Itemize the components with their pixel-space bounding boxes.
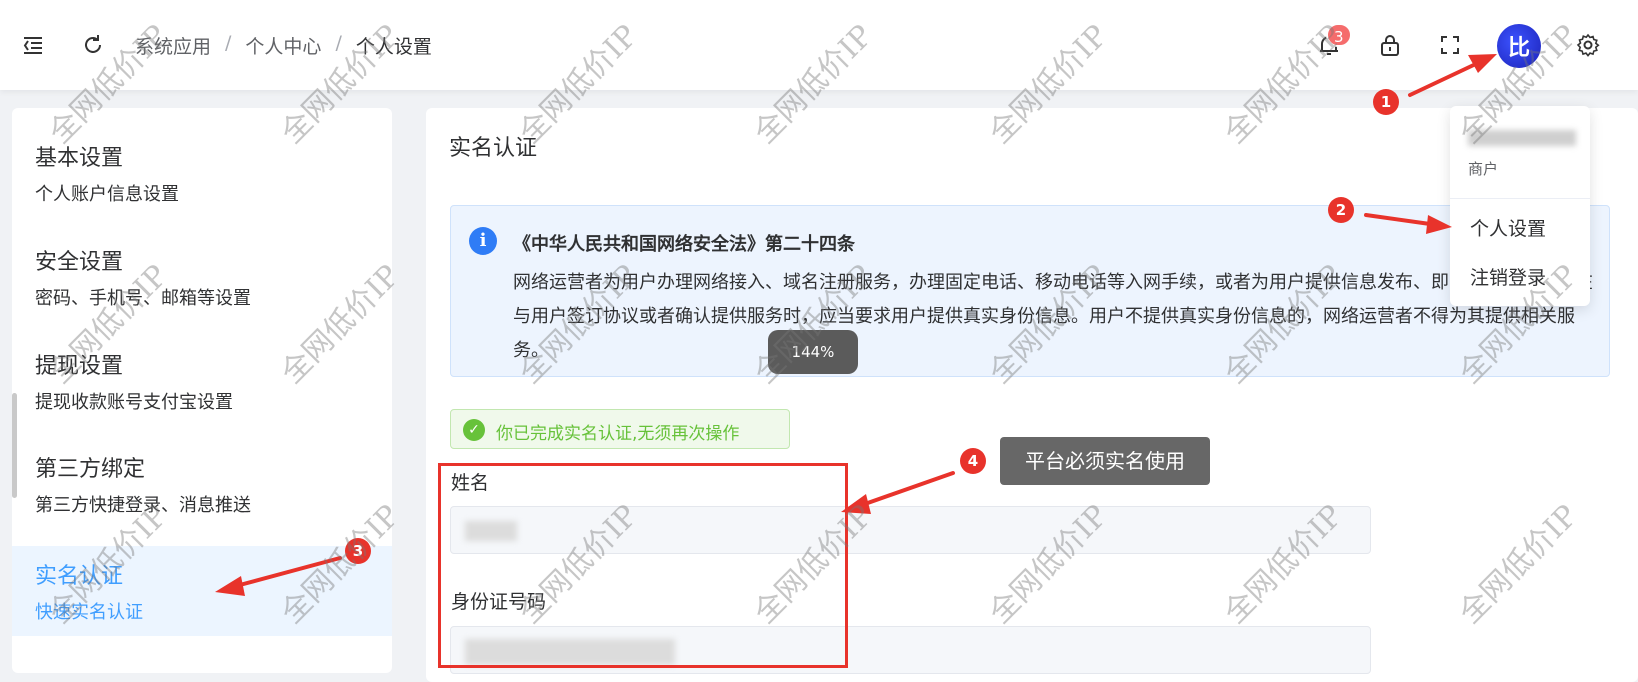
zoom-indicator: 144%: [768, 330, 858, 374]
sidebar-item-desc: 提现收款账号支付宝设置: [35, 392, 233, 413]
lock-icon[interactable]: [1375, 30, 1405, 60]
law-notice-alert: i 《中华人民共和国网络安全法》第二十四条 网络运营者为用户办理网络接入、域名注…: [450, 205, 1610, 377]
dropdown-divider: [1450, 198, 1590, 199]
user-avatar[interactable]: 比: [1497, 24, 1541, 68]
sidebar-item-title: 第三方绑定: [35, 457, 146, 482]
breadcrumb-item-system-app[interactable]: 系统应用: [135, 32, 211, 59]
settings-sidebar: 基本设置 个人账户信息设置 安全设置 密码、手机号、邮箱等设置 提现设置 提现收…: [12, 108, 392, 673]
callout-2: 2: [1328, 197, 1354, 223]
sidebar-scrollbar[interactable]: [12, 393, 17, 498]
check-circle-icon: ✓: [463, 419, 485, 441]
breadcrumb-separator: /: [335, 32, 342, 54]
top-header: 系统应用 / 个人中心 / 个人设置 3 比: [0, 0, 1638, 90]
breadcrumb-item-personal-center[interactable]: 个人中心: [245, 32, 321, 59]
callout-1: 1: [1373, 89, 1399, 115]
sidebar-item-third-party-binding[interactable]: 第三方绑定 第三方快捷登录、消息推送: [12, 439, 392, 529]
sidebar-item-desc: 密码、手机号、邮箱等设置: [35, 288, 251, 309]
fullscreen-icon[interactable]: [1435, 30, 1465, 60]
breadcrumb-separator: /: [225, 32, 232, 54]
annotation-tip: 平台必须实名使用: [1000, 437, 1210, 485]
notification-badge: 3: [1326, 23, 1352, 47]
info-icon: i: [469, 227, 497, 255]
menu-collapse-icon[interactable]: [18, 30, 48, 60]
sidebar-item-desc: 个人账户信息设置: [35, 184, 179, 205]
refresh-icon[interactable]: [78, 30, 108, 60]
sidebar-item-security-settings[interactable]: 安全设置 密码、手机号、邮箱等设置: [12, 232, 392, 322]
verified-status: ✓ 你已完成实名认证,无须再次操作: [450, 409, 790, 449]
callout-4: 4: [960, 448, 986, 474]
breadcrumb: 系统应用 / 个人中心 / 个人设置: [135, 32, 432, 59]
redacted-username: [1468, 130, 1576, 146]
page-title: 实名认证: [449, 136, 538, 161]
dropdown-item-logout[interactable]: 注销登录: [1470, 263, 1546, 290]
sidebar-item-title: 安全设置: [35, 250, 124, 275]
alert-title: 《中华人民共和国网络安全法》第二十四条: [513, 234, 855, 255]
sidebar-item-desc: 第三方快捷登录、消息推送: [35, 495, 251, 516]
sidebar-item-desc: 快速实名认证: [35, 602, 143, 623]
sidebar-item-withdraw-settings[interactable]: 提现设置 提现收款账号支付宝设置: [12, 336, 392, 426]
user-role: 商户: [1468, 160, 1499, 178]
user-dropdown-menu: 商户 个人设置 注销登录: [1450, 106, 1590, 306]
sidebar-item-real-name-auth[interactable]: 实名认证 快速实名认证: [12, 546, 392, 636]
sidebar-item-title: 实名认证: [35, 564, 124, 589]
dropdown-item-personal-settings[interactable]: 个人设置: [1470, 214, 1546, 241]
verified-status-text: 你已完成实名认证,无须再次操作: [496, 424, 740, 444]
sidebar-item-basic-settings[interactable]: 基本设置 个人账户信息设置: [12, 128, 392, 218]
sidebar-item-title: 提现设置: [35, 354, 124, 379]
annotation-highlight-box: [438, 463, 848, 668]
sidebar-item-title: 基本设置: [35, 146, 124, 171]
alert-body: 网络运营者为用户办理网络接入、域名注册服务，办理固定电话、移动电话等入网手续，或…: [513, 272, 1593, 361]
breadcrumb-item-personal-settings: 个人设置: [355, 36, 432, 58]
callout-3: 3: [345, 538, 371, 564]
gear-icon[interactable]: [1573, 30, 1603, 60]
